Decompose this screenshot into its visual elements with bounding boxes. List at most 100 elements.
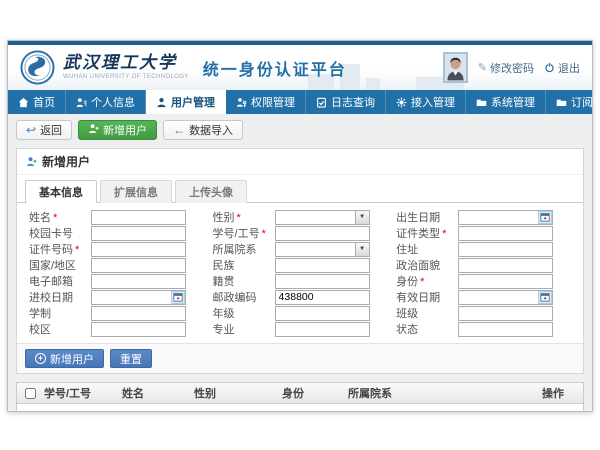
ethnicity-input[interactable] xyxy=(275,258,370,273)
form-footer: + 新增用户 重置 xyxy=(17,343,583,373)
folder-icon xyxy=(556,97,567,108)
tab-upload-avatar[interactable]: 上传头像 xyxy=(175,180,247,203)
select-all-cell xyxy=(17,388,41,399)
avatar-photo-icon xyxy=(445,54,466,81)
major-field: 专业 xyxy=(205,321,389,337)
user-add-icon xyxy=(26,156,37,167)
native-place-label: 籍贯 xyxy=(213,273,275,289)
nav-item-label: 用户管理 xyxy=(171,94,215,110)
political-status-input[interactable] xyxy=(458,258,553,273)
campus-field: 校区 xyxy=(21,321,205,337)
logout-link[interactable]: 退出 xyxy=(544,60,580,76)
class-input[interactable] xyxy=(458,306,553,321)
birth-date-label: 出生日期 xyxy=(396,209,458,225)
new-user-icon xyxy=(88,123,99,137)
new-user-toolbar-button[interactable]: 新增用户 xyxy=(78,120,157,140)
campus-card-label: 校园卡号 xyxy=(29,225,91,241)
postal-code-input[interactable] xyxy=(275,290,370,305)
id-type-input[interactable] xyxy=(458,226,553,241)
gear-icon xyxy=(396,97,407,108)
select-all-checkbox[interactable] xyxy=(25,388,36,399)
nav-item-label: 个人信息 xyxy=(91,94,135,110)
home-icon xyxy=(18,97,29,108)
major-input[interactable] xyxy=(275,322,370,337)
nav-item-log-query[interactable]: 日志查询 xyxy=(306,90,386,114)
nav-item-label: 日志查询 xyxy=(331,94,375,110)
nav-item-permission-management[interactable]: 权限管理 xyxy=(226,90,306,114)
table-column-header: 操作 xyxy=(539,385,583,401)
university-name-block: 武汉理工大学 WUHAN UNIVERSITY OF TECHNOLOGY xyxy=(63,55,189,80)
id-number-label: 证件号码* xyxy=(29,241,91,257)
native-place-field: 籍贯 xyxy=(205,273,389,289)
tab-extended-info[interactable]: 扩展信息 xyxy=(100,180,172,203)
email-field: 电子邮箱 xyxy=(21,273,205,289)
name-field: 姓名* xyxy=(21,209,205,225)
change-password-label: 修改密码 xyxy=(490,60,534,76)
table-column-header: 性别 xyxy=(191,385,279,401)
nav-item-label: 系统管理 xyxy=(491,94,535,110)
student-id-field: 学号/工号* xyxy=(205,225,389,241)
reset-label: 重置 xyxy=(120,351,142,367)
table-header-row: 学号/工号姓名性别身份所属院系操作 xyxy=(17,383,583,404)
address-input[interactable] xyxy=(458,242,553,257)
gender-field: 性别*▼ xyxy=(205,209,389,225)
gender-label: 性别* xyxy=(213,209,275,225)
back-arrow-icon: ↩ xyxy=(26,124,36,136)
class-field: 班级 xyxy=(388,305,579,321)
status-label: 状态 xyxy=(396,321,458,337)
birth-date-field: 出生日期 xyxy=(388,209,579,225)
email-label: 电子邮箱 xyxy=(29,273,91,289)
gender-select[interactable]: ▼ xyxy=(275,210,370,225)
calendar-icon[interactable] xyxy=(538,291,552,304)
key-user-icon xyxy=(236,97,247,108)
name-label: 姓名* xyxy=(29,209,91,225)
nav-item-home[interactable]: 首页 xyxy=(8,90,66,114)
major-label: 专业 xyxy=(213,321,275,337)
new-user-panel: 新增用户 基本信息扩展信息上传头像 姓名*性别*▼出生日期校园卡号学号/工号*证… xyxy=(16,148,584,374)
campus-card-input[interactable] xyxy=(91,226,186,241)
back-button[interactable]: ↩ 返回 xyxy=(16,120,72,140)
country-input[interactable] xyxy=(91,258,186,273)
nav-item-access-management[interactable]: 接入管理 xyxy=(386,90,466,114)
nav-item-label: 首页 xyxy=(33,94,55,110)
campus-label: 校区 xyxy=(29,321,91,337)
change-password-link[interactable]: ✎ 修改密码 xyxy=(478,60,534,76)
import-arrow-icon: ← xyxy=(173,124,185,136)
grade-input[interactable] xyxy=(275,306,370,321)
nav-item-system-management[interactable]: 系统管理 xyxy=(466,90,546,114)
calendar-icon[interactable] xyxy=(171,291,185,304)
required-asterisk: * xyxy=(53,212,57,224)
submit-new-user-button[interactable]: + 新增用户 xyxy=(25,349,104,368)
id-number-input[interactable] xyxy=(91,242,186,257)
ethnicity-label: 民族 xyxy=(213,257,275,273)
status-input[interactable] xyxy=(458,322,553,337)
reset-button[interactable]: 重置 xyxy=(110,349,152,368)
calendar-icon[interactable] xyxy=(538,211,552,224)
department-select[interactable]: ▼ xyxy=(275,242,370,257)
political-status-label: 政治面貌 xyxy=(396,257,458,273)
university-name-en: WUHAN UNIVERSITY OF TECHNOLOGY xyxy=(63,74,189,80)
campus-input[interactable] xyxy=(91,322,186,337)
form-grid: 姓名*性别*▼出生日期校园卡号学号/工号*证件类型*证件号码*所属院系▼住址国家… xyxy=(17,203,583,343)
identity-input[interactable] xyxy=(458,274,553,289)
nav-item-profile[interactable]: 个人信息 xyxy=(66,90,146,114)
submit-new-user-label: 新增用户 xyxy=(50,351,94,367)
new-user-toolbar-label: 新增用户 xyxy=(103,122,147,138)
email-input[interactable] xyxy=(91,274,186,289)
tab-basic-info[interactable]: 基本信息 xyxy=(25,180,97,203)
name-input[interactable] xyxy=(91,210,186,225)
clipboard-check-icon xyxy=(316,97,327,108)
nav-item-user-management[interactable]: 用户管理 xyxy=(146,90,226,114)
native-place-input[interactable] xyxy=(275,274,370,289)
education-length-input[interactable] xyxy=(91,306,186,321)
data-import-button[interactable]: ← 数据导入 xyxy=(163,120,243,140)
table-column-header: 身份 xyxy=(279,385,345,401)
data-import-label: 数据导入 xyxy=(189,122,233,138)
nav-item-subscription-management[interactable]: 订阅管理 xyxy=(546,90,600,114)
campus-card-field: 校园卡号 xyxy=(21,225,205,241)
university-logo-icon xyxy=(20,50,55,85)
back-button-label: 返回 xyxy=(40,122,62,138)
student-id-input[interactable] xyxy=(275,226,370,241)
country-label: 国家/地区 xyxy=(29,257,91,273)
postal-code-field: 邮政编码 xyxy=(205,289,389,305)
